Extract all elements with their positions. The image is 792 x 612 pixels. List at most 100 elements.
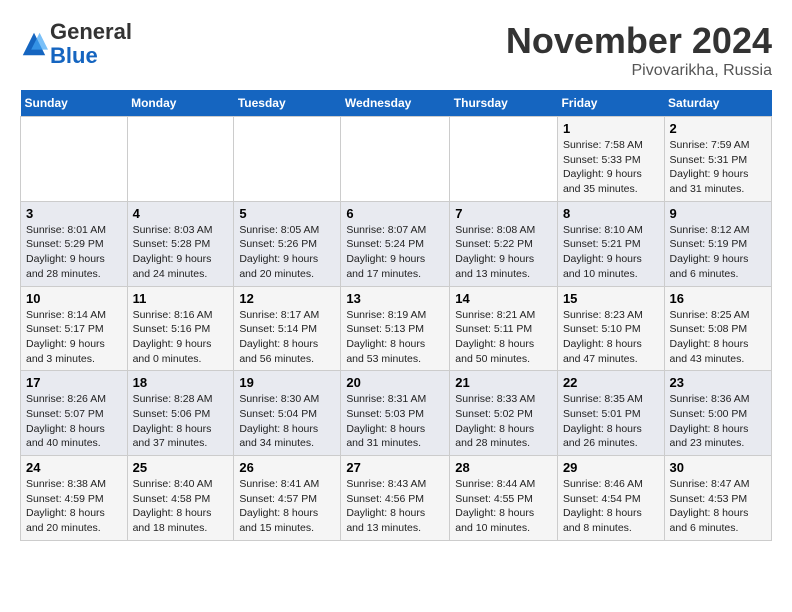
calendar-cell: 20Sunrise: 8:31 AM Sunset: 5:03 PM Dayli… [341,371,450,456]
day-detail: Sunrise: 8:10 AM Sunset: 5:21 PM Dayligh… [563,224,643,280]
calendar-cell: 4 Sunrise: 8:03 AM Sunset: 5:28 PM Daylig… [127,201,234,286]
day-number: 8 [563,206,659,221]
day-detail: Sunrise: 8:36 AM Sunset: 5:00 PM Dayligh… [670,393,750,449]
calendar-cell: 27Sunrise: 8:43 AM Sunset: 4:56 PM Dayli… [341,456,450,541]
day-detail: Sunrise: 8:19 AM Sunset: 5:13 PM Dayligh… [346,309,426,365]
calendar-week-row: 17Sunrise: 8:26 AM Sunset: 5:07 PM Dayli… [21,371,772,456]
day-detail: Sunrise: 8:47 AM Sunset: 4:53 PM Dayligh… [670,478,750,534]
day-detail: Sunrise: 8:16 AM Sunset: 5:16 PM Dayligh… [133,309,213,365]
calendar-cell: 7 Sunrise: 8:08 AM Sunset: 5:22 PM Daylig… [450,201,558,286]
day-number: 7 [455,206,552,221]
day-detail: Sunrise: 8:05 AM Sunset: 5:26 PM Dayligh… [239,224,319,280]
day-detail: Sunrise: 8:38 AM Sunset: 4:59 PM Dayligh… [26,478,106,534]
weekday-header-monday: Monday [127,90,234,117]
day-number: 24 [26,460,122,475]
calendar-cell: 2 Sunrise: 7:59 AM Sunset: 5:31 PM Daylig… [664,117,771,202]
calendar-cell: 9 Sunrise: 8:12 AM Sunset: 5:19 PM Daylig… [664,201,771,286]
calendar-cell: 18 Sunrise: 8:28 AM Sunset: 5:06 PM Dayli… [127,371,234,456]
month-title: November 2024 [506,20,772,62]
calendar-cell: 5Sunrise: 8:05 AM Sunset: 5:26 PM Daylig… [234,201,341,286]
day-number: 25 [133,460,229,475]
calendar-cell: 3 Sunrise: 8:01 AM Sunset: 5:29 PM Daylig… [21,201,128,286]
location: Pivovarikha, Russia [506,62,772,80]
day-detail: Sunrise: 8:21 AM Sunset: 5:11 PM Dayligh… [455,309,535,365]
day-detail: Sunrise: 8:30 AM Sunset: 5:04 PM Dayligh… [239,393,319,449]
day-detail: Sunrise: 7:58 AM Sunset: 5:33 PM Dayligh… [563,139,643,195]
calendar-cell: 11 Sunrise: 8:16 AM Sunset: 5:16 PM Dayli… [127,286,234,371]
logo-general-text: General [50,19,132,44]
day-detail: Sunrise: 8:03 AM Sunset: 5:28 PM Dayligh… [133,224,213,280]
day-number: 3 [26,206,122,221]
weekday-header-friday: Friday [557,90,664,117]
calendar-week-row: 10Sunrise: 8:14 AM Sunset: 5:17 PM Dayli… [21,286,772,371]
day-number: 15 [563,291,659,306]
day-detail: Sunrise: 8:26 AM Sunset: 5:07 PM Dayligh… [26,393,106,449]
title-section: November 2024 Pivovarikha, Russia [506,20,772,80]
day-number: 18 [133,375,229,390]
calendar-cell [450,117,558,202]
calendar-cell [234,117,341,202]
day-detail: Sunrise: 8:40 AM Sunset: 4:58 PM Dayligh… [133,478,213,534]
calendar-cell [21,117,128,202]
calendar-cell: 15 Sunrise: 8:23 AM Sunset: 5:10 PM Dayli… [557,286,664,371]
day-number: 28 [455,460,552,475]
calendar-cell: 1 Sunrise: 7:58 AM Sunset: 5:33 PM Daylig… [557,117,664,202]
calendar-cell [127,117,234,202]
day-detail: Sunrise: 7:59 AM Sunset: 5:31 PM Dayligh… [670,139,750,195]
calendar-cell: 21Sunrise: 8:33 AM Sunset: 5:02 PM Dayli… [450,371,558,456]
day-number: 22 [563,375,659,390]
day-detail: Sunrise: 8:31 AM Sunset: 5:03 PM Dayligh… [346,393,426,449]
day-detail: Sunrise: 8:14 AM Sunset: 5:17 PM Dayligh… [26,309,106,365]
calendar-cell: 12Sunrise: 8:17 AM Sunset: 5:14 PM Dayli… [234,286,341,371]
weekday-header-row: SundayMondayTuesdayWednesdayThursdayFrid… [21,90,772,117]
calendar-cell: 8 Sunrise: 8:10 AM Sunset: 5:21 PM Daylig… [557,201,664,286]
day-number: 11 [133,291,229,306]
calendar-cell: 19 Sunrise: 8:30 AM Sunset: 5:04 PM Dayli… [234,371,341,456]
calendar-cell: 26Sunrise: 8:41 AM Sunset: 4:57 PM Dayli… [234,456,341,541]
day-detail: Sunrise: 8:01 AM Sunset: 5:29 PM Dayligh… [26,224,106,280]
day-detail: Sunrise: 8:46 AM Sunset: 4:54 PM Dayligh… [563,478,643,534]
day-number: 13 [346,291,444,306]
day-number: 9 [670,206,766,221]
calendar-cell: 25 Sunrise: 8:40 AM Sunset: 4:58 PM Dayli… [127,456,234,541]
day-number: 29 [563,460,659,475]
calendar-cell: 22 Sunrise: 8:35 AM Sunset: 5:01 PM Dayli… [557,371,664,456]
day-number: 2 [670,121,766,136]
calendar-cell: 6Sunrise: 8:07 AM Sunset: 5:24 PM Daylig… [341,201,450,286]
weekday-header-saturday: Saturday [664,90,771,117]
calendar-cell: 30Sunrise: 8:47 AM Sunset: 4:53 PM Dayli… [664,456,771,541]
day-number: 6 [346,206,444,221]
weekday-header-tuesday: Tuesday [234,90,341,117]
day-number: 1 [563,121,659,136]
day-number: 23 [670,375,766,390]
calendar-week-row: 1 Sunrise: 7:58 AM Sunset: 5:33 PM Daylig… [21,117,772,202]
day-number: 16 [670,291,766,306]
day-detail: Sunrise: 8:28 AM Sunset: 5:06 PM Dayligh… [133,393,213,449]
day-number: 12 [239,291,335,306]
logo: General Blue [20,20,132,68]
calendar-cell: 29 Sunrise: 8:46 AM Sunset: 4:54 PM Dayli… [557,456,664,541]
day-detail: Sunrise: 8:44 AM Sunset: 4:55 PM Dayligh… [455,478,535,534]
calendar-cell [341,117,450,202]
day-detail: Sunrise: 8:43 AM Sunset: 4:56 PM Dayligh… [346,478,426,534]
calendar-cell: 10Sunrise: 8:14 AM Sunset: 5:17 PM Dayli… [21,286,128,371]
calendar-cell: 17Sunrise: 8:26 AM Sunset: 5:07 PM Dayli… [21,371,128,456]
day-number: 26 [239,460,335,475]
weekday-header-thursday: Thursday [450,90,558,117]
calendar-cell: 23 Sunrise: 8:36 AM Sunset: 5:00 PM Dayli… [664,371,771,456]
day-detail: Sunrise: 8:08 AM Sunset: 5:22 PM Dayligh… [455,224,535,280]
weekday-header-wednesday: Wednesday [341,90,450,117]
calendar-week-row: 24 Sunrise: 8:38 AM Sunset: 4:59 PM Dayli… [21,456,772,541]
calendar-cell: 28 Sunrise: 8:44 AM Sunset: 4:55 PM Dayli… [450,456,558,541]
day-detail: Sunrise: 8:12 AM Sunset: 5:19 PM Dayligh… [670,224,750,280]
logo-icon [20,30,48,58]
day-number: 14 [455,291,552,306]
day-detail: Sunrise: 8:33 AM Sunset: 5:02 PM Dayligh… [455,393,535,449]
day-detail: Sunrise: 8:35 AM Sunset: 5:01 PM Dayligh… [563,393,643,449]
calendar-cell: 24 Sunrise: 8:38 AM Sunset: 4:59 PM Dayli… [21,456,128,541]
day-detail: Sunrise: 8:23 AM Sunset: 5:10 PM Dayligh… [563,309,643,365]
calendar-cell: 16Sunrise: 8:25 AM Sunset: 5:08 PM Dayli… [664,286,771,371]
weekday-header-sunday: Sunday [21,90,128,117]
day-number: 19 [239,375,335,390]
day-number: 4 [133,206,229,221]
